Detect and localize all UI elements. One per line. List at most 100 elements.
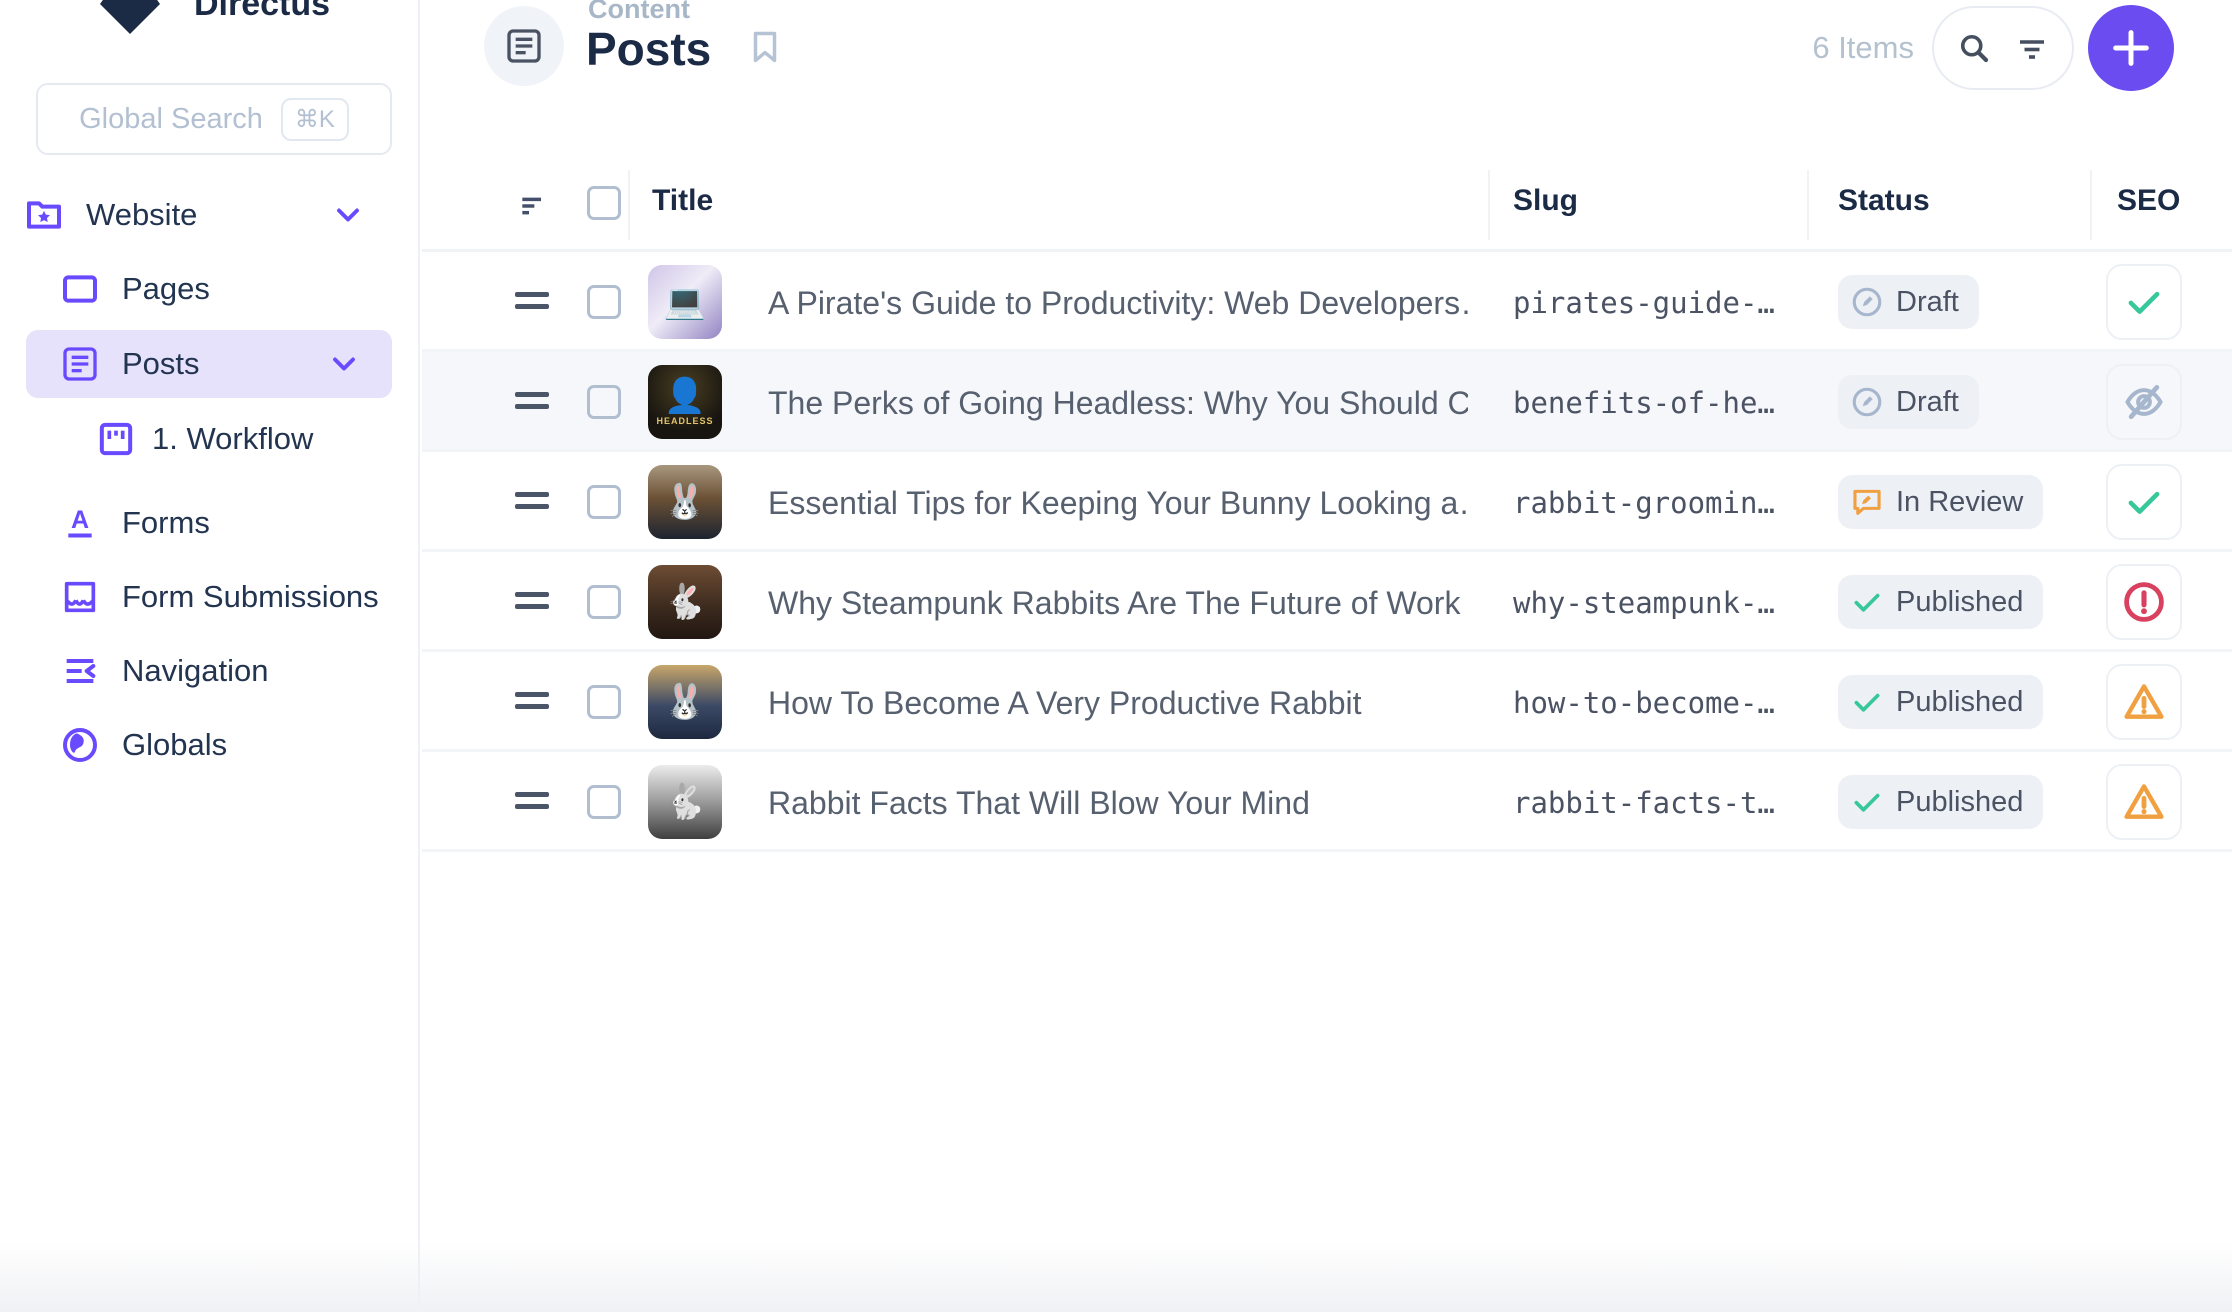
status-badge: Draft: [1838, 375, 1979, 429]
app-name: Directus: [194, 0, 330, 24]
status-badge: In Review: [1838, 475, 2043, 529]
seo-status: [2106, 464, 2182, 540]
drag-handle-icon[interactable]: [515, 492, 549, 516]
bookmark-icon[interactable]: [746, 26, 784, 68]
row-checkbox[interactable]: [587, 585, 621, 619]
sidebar-item-label: Navigation: [0, 653, 268, 689]
row-checkbox[interactable]: [587, 785, 621, 819]
globe-icon: [60, 725, 100, 765]
column-header-title[interactable]: Title: [652, 184, 713, 218]
post-title: A Pirate's Guide to Productivity: Web De…: [768, 285, 1468, 322]
sidebar-item-forms[interactable]: Forms: [0, 490, 418, 556]
column-header-slug[interactable]: Slug: [1513, 184, 1578, 218]
post-title: The Perks of Going Headless: Why You Sho…: [768, 385, 1468, 422]
post-title: How To Become A Very Productive Rabbit: [768, 685, 1468, 722]
status-badge: Published: [1838, 575, 2043, 629]
sidebar-item-label: Form Submissions: [0, 579, 379, 615]
posts-table: Title Slug Status SEO 💻 A Pirate's Guide…: [422, 160, 2232, 852]
warning-icon: [2122, 780, 2166, 824]
drag-handle-icon[interactable]: [515, 292, 549, 316]
global-search-input[interactable]: Global Search ⌘K: [36, 83, 392, 155]
add-item-button[interactable]: [2088, 5, 2174, 91]
post-slug: how-to-become-…: [1513, 686, 1793, 720]
sidebar-nav: Website Pages Posts 1. Workflow Forms Fo…: [0, 182, 418, 778]
status-badge: Published: [1838, 675, 2043, 729]
warning-icon: [2122, 680, 2166, 724]
nav-list-icon: [60, 651, 100, 691]
post-thumbnail: 🐇: [648, 565, 722, 639]
sidebar-item-label: Pages: [0, 271, 210, 307]
window-icon: [60, 269, 100, 309]
post-slug: rabbit-groomin…: [1513, 486, 1793, 520]
title-icon: [60, 503, 100, 543]
sidebar-item-label: 1. Workflow: [0, 421, 313, 457]
post-title: Why Steampunk Rabbits Are The Future of …: [768, 585, 1468, 622]
keyboard-shortcut-badge: ⌘K: [281, 98, 349, 141]
sidebar-item-navigation[interactable]: Navigation: [0, 638, 418, 704]
search-filter-toolbar: [1932, 6, 2074, 90]
table-row[interactable]: 💻 A Pirate's Guide to Productivity: Web …: [422, 252, 2232, 352]
search-icon[interactable]: [1956, 30, 1992, 66]
table-row[interactable]: 🐰 Essential Tips for Keeping Your Bunny …: [422, 452, 2232, 552]
check-icon: [2123, 481, 2165, 523]
post-thumbnail: 👤HEADLESS: [648, 365, 722, 439]
main-content: Content Posts 6 Items Title Slug Status …: [422, 0, 2232, 1312]
seo-status: [2106, 564, 2182, 640]
chevron-down-icon[interactable]: [330, 197, 366, 233]
chevron-down-icon[interactable]: [326, 346, 362, 382]
sidebar-item-globals[interactable]: Globals: [0, 712, 418, 778]
post-slug: benefits-of-he…: [1513, 386, 1793, 420]
table-row[interactable]: 🐇 Why Steampunk Rabbits Are The Future o…: [422, 552, 2232, 652]
post-thumbnail: 💻: [648, 265, 722, 339]
check-icon: [1850, 785, 1884, 819]
eye-off-icon: [2122, 380, 2166, 424]
table-row[interactable]: 🐇 Rabbit Facts That Will Blow Your Mind …: [422, 752, 2232, 852]
filter-icon[interactable]: [2014, 30, 2050, 66]
seo-status: [2106, 664, 2182, 740]
sidebar-item-workflow[interactable]: 1. Workflow: [0, 406, 418, 472]
directus-logo-icon: [92, 0, 168, 40]
sidebar-item-label: Forms: [0, 505, 210, 541]
row-checkbox[interactable]: [587, 685, 621, 719]
draft-icon: [1850, 385, 1884, 419]
sidebar-item-website[interactable]: Website: [0, 182, 418, 248]
select-all-checkbox[interactable]: [587, 186, 621, 220]
inbox-icon: [60, 577, 100, 617]
sidebar-item-pages[interactable]: Pages: [0, 256, 418, 322]
draft-icon: [1850, 285, 1884, 319]
page-title: Posts: [586, 22, 711, 76]
column-header-status[interactable]: Status: [1838, 184, 1930, 218]
row-checkbox[interactable]: [587, 285, 621, 319]
table-header: Title Slug Status SEO: [422, 160, 2232, 252]
app-logo-row[interactable]: Directus: [0, 0, 418, 44]
seo-status: [2106, 764, 2182, 840]
sort-icon[interactable]: [515, 190, 551, 222]
article-icon: [60, 344, 100, 384]
drag-handle-icon[interactable]: [515, 592, 549, 616]
row-checkbox[interactable]: [587, 385, 621, 419]
post-thumbnail: 🐇: [648, 765, 722, 839]
folder-star-icon: [24, 195, 64, 235]
post-slug: why-steampunk-…: [1513, 586, 1793, 620]
sidebar: Directus Global Search ⌘K Website Pages …: [0, 0, 420, 1312]
status-badge: Published: [1838, 775, 2043, 829]
table-row[interactable]: 🐰 How To Become A Very Productive Rabbit…: [422, 652, 2232, 752]
drag-handle-icon[interactable]: [515, 792, 549, 816]
post-slug: rabbit-facts-t…: [1513, 786, 1793, 820]
table-row[interactable]: 👤HEADLESS The Perks of Going Headless: W…: [422, 352, 2232, 452]
error-icon: [2122, 580, 2166, 624]
check-icon: [1850, 685, 1884, 719]
article-icon: [504, 26, 544, 66]
plus-icon: [2108, 25, 2154, 71]
column-header-seo[interactable]: SEO: [2117, 184, 2180, 218]
drag-handle-icon[interactable]: [515, 692, 549, 716]
post-title: Essential Tips for Keeping Your Bunny Lo…: [768, 485, 1468, 522]
sidebar-item-posts[interactable]: Posts: [26, 330, 392, 398]
sidebar-item-form-submissions[interactable]: Form Submissions: [0, 564, 418, 630]
collection-icon-button[interactable]: [484, 6, 564, 86]
check-icon: [2123, 281, 2165, 323]
row-checkbox[interactable]: [587, 485, 621, 519]
seo-status: [2106, 264, 2182, 340]
items-count: 6 Items: [1812, 30, 1914, 66]
drag-handle-icon[interactable]: [515, 392, 549, 416]
